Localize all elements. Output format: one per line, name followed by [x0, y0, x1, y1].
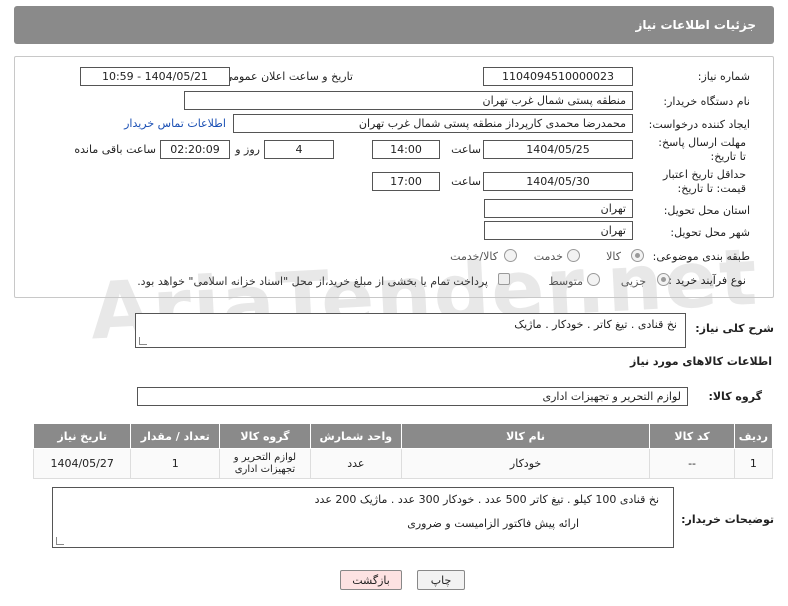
cell-unit: عدد — [309, 448, 402, 479]
buyer-org-field[interactable]: منطقه پستی شمال غرب تهران — [184, 91, 633, 110]
price-validity-date-field[interactable]: 1404/05/30 — [483, 172, 633, 191]
days-label: روز و — [235, 143, 260, 156]
table-row[interactable]: 1 -- خودکار عدد لوازم التحریر و تجهیزات … — [32, 448, 774, 479]
deadline-date-field[interactable]: 1404/05/25 — [483, 140, 633, 159]
table-header-row: ردیف کد کالا نام کالا واحد شمارش گروه کا… — [32, 423, 774, 449]
process-minor-label: جزیی — [620, 275, 646, 288]
category-goods-service-label: کالا/خدمت — [450, 250, 498, 263]
price-validity-label: حداقل تاریخ اعتبار قیمت: تا تاریخ: — [662, 168, 746, 195]
days-field[interactable]: 4 — [264, 140, 334, 159]
back-button[interactable]: بازگشت — [340, 570, 402, 590]
page-title: جزئیات اطلاعات نیاز — [635, 18, 756, 32]
city-field[interactable]: تهران — [484, 221, 633, 240]
process-medium-label: متوسط — [548, 275, 583, 288]
process-label: نوع فرآیند خرید : — [668, 274, 746, 287]
cell-need-date: 1404/05/27 — [32, 448, 132, 479]
cell-row-number: 1 — [733, 448, 774, 479]
city-label: شهر محل تحویل: — [670, 226, 750, 239]
goods-group-label: گروه کالا: — [708, 390, 762, 403]
cell-goods-code: -- — [649, 448, 735, 479]
goods-info-title: اطلاعات کالاهای مورد نیاز — [630, 355, 772, 368]
col-header-goods-name: نام کالا — [400, 423, 651, 449]
province-field[interactable]: تهران — [484, 199, 633, 218]
items-table: ردیف کد کالا نام کالا واحد شمارش گروه کا… — [32, 423, 774, 479]
col-header-goods-code: کد کالا — [649, 423, 735, 449]
remaining-label: ساعت باقی مانده — [74, 143, 156, 156]
announce-datetime-field[interactable]: 1404/05/21 - 10:59 — [80, 67, 230, 86]
remaining-time-field[interactable]: 02:20:09 — [160, 140, 230, 159]
buyer-notes-line-2: ارائه پیش فاکتور الزامیست و ضروری — [407, 517, 579, 530]
description-text: نخ قنادی . تیغ کاتر . خودکار . ماژیک — [514, 318, 677, 331]
buyer-contact-link[interactable]: اطلاعات تماس خریدار — [124, 117, 226, 130]
col-header-row-number: ردیف — [733, 423, 774, 449]
description-label: شرح کلی نیاز: — [695, 322, 774, 335]
page-header: جزئیات اطلاعات نیاز — [14, 6, 774, 44]
province-label: استان محل تحویل: — [663, 204, 750, 217]
category-service-radio[interactable] — [567, 249, 580, 262]
buyer-notes-textarea[interactable]: نخ قنادی 100 کیلو . تیغ کاتر 500 عدد . خ… — [52, 487, 674, 548]
category-goods-label: کالا — [606, 250, 621, 263]
buyer-notes-label: توضیحات خریدار: — [681, 513, 774, 526]
category-label: طبقه بندی موضوعی: — [652, 250, 750, 263]
goods-group-field[interactable]: لوازم التحریر و تجهیزات اداری — [137, 387, 688, 406]
col-header-goods-group: گروه کالا — [219, 423, 311, 449]
price-validity-time-label: ساعت — [451, 175, 481, 188]
price-validity-time-field[interactable]: 17:00 — [372, 172, 440, 191]
resize-handle-icon[interactable] — [139, 337, 147, 345]
col-header-need-date: تاریخ نیاز — [32, 423, 132, 449]
category-service-label: خدمت — [533, 250, 563, 263]
treasury-payment-checkbox[interactable] — [498, 273, 510, 285]
deadline-label: مهلت ارسال پاسخ: تا تاریخ: — [658, 136, 746, 163]
announce-label: تاریخ و ساعت اعلان عمومی: — [220, 70, 353, 83]
cell-quantity: 1 — [130, 448, 221, 479]
col-header-unit: واحد شمارش — [309, 423, 402, 449]
requester-label: ایجاد کننده درخواست: — [648, 118, 750, 131]
process-minor-radio[interactable] — [657, 273, 670, 286]
deadline-time-label: ساعت — [451, 143, 481, 156]
buyer-org-label: نام دستگاه خریدار: — [663, 95, 750, 108]
need-number-field[interactable]: 1104094510000023 — [483, 67, 633, 86]
cell-goods-group: لوازم التحریر و تجهیزات اداری — [219, 448, 311, 479]
need-number-label: شماره نیاز: — [697, 70, 750, 83]
resize-handle-icon[interactable] — [56, 537, 64, 545]
requester-field[interactable]: محمدرضا محمدی کارپرداز منطقه پستی شمال غ… — [233, 114, 633, 133]
payment-note: پرداخت تمام یا بخشی از مبلغ خرید،از محل … — [137, 275, 488, 288]
col-header-quantity: تعداد / مقدار — [130, 423, 221, 449]
buyer-notes-line-1: نخ قنادی 100 کیلو . تیغ کاتر 500 عدد . خ… — [314, 493, 659, 506]
category-goods-radio[interactable] — [631, 249, 644, 262]
print-button[interactable]: چاپ — [417, 570, 465, 590]
cell-goods-name: خودکار — [400, 448, 651, 479]
process-medium-radio[interactable] — [587, 273, 600, 286]
description-textarea[interactable]: نخ قنادی . تیغ کاتر . خودکار . ماژیک — [135, 313, 686, 348]
deadline-time-field[interactable]: 14:00 — [372, 140, 440, 159]
category-goods-service-radio[interactable] — [504, 249, 517, 262]
